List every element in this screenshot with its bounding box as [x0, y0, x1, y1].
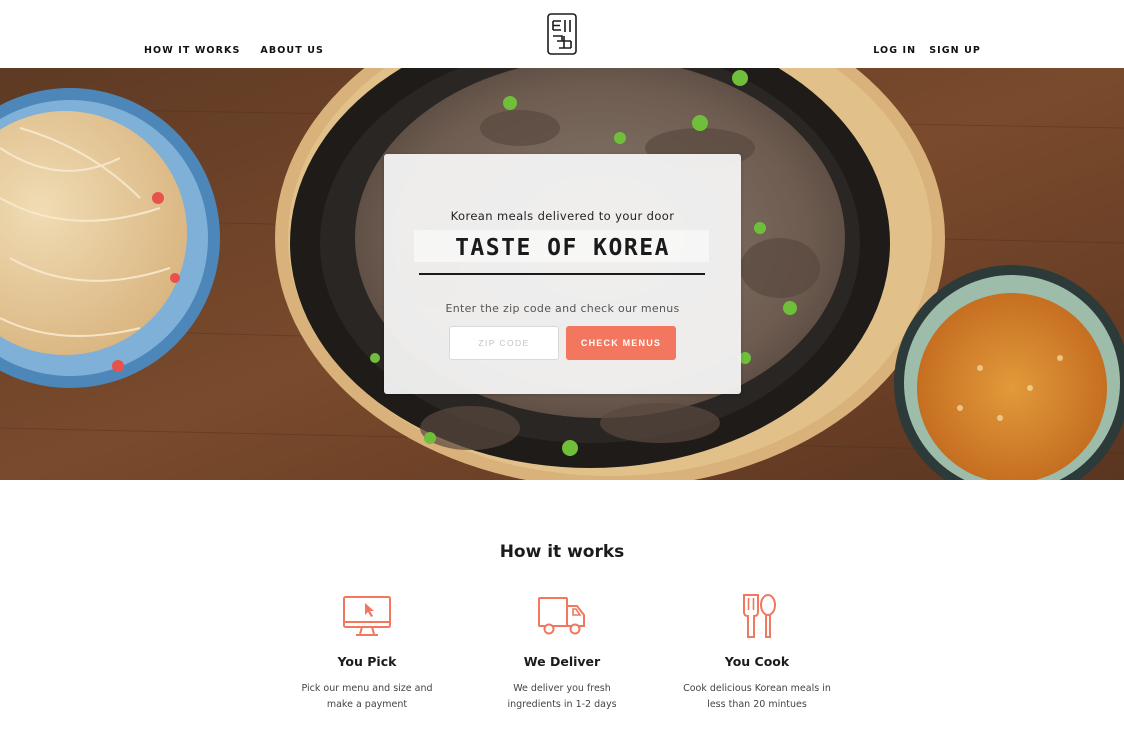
- zip-hint: Enter the zip code and check our menus: [445, 302, 680, 315]
- step-description: We deliver you fresh ingredients in 1-2 …: [507, 683, 617, 710]
- truck-icon: [538, 597, 585, 635]
- step-description: Pick our menu and size and make a paymen…: [301, 683, 433, 710]
- step-we-deliver: We Deliver We deliver you fresh ingredie…: [472, 592, 652, 713]
- step-title: You Pick: [337, 654, 397, 669]
- monitor-icon: [343, 596, 391, 636]
- brand-underline: [419, 273, 705, 275]
- nav-about-us[interactable]: ABOUT US: [260, 45, 324, 56]
- utensils-icon: [743, 594, 776, 638]
- primary-nav: HOW IT WORKS ABOUT US: [144, 45, 324, 56]
- step-title: We Deliver: [523, 654, 601, 669]
- how-it-works-title: How it works: [499, 542, 625, 562]
- nav-log-in[interactable]: LOG IN: [873, 45, 916, 56]
- step-description: Cook delicious Korean meals in less than…: [683, 683, 831, 710]
- logo-icon[interactable]: [547, 13, 577, 55]
- check-menus-button[interactable]: CHECK MENUS: [566, 326, 676, 360]
- brand-title: TASTE OF KOREA: [455, 235, 670, 261]
- zip-code-input[interactable]: [449, 326, 559, 360]
- step-you-pick: You Pick Pick our menu and size and make…: [277, 592, 457, 713]
- account-nav: LOG IN SIGN UP: [873, 45, 981, 56]
- step-title: You Cook: [724, 654, 790, 669]
- site-header: HOW IT WORKS ABOUT US LOG IN SIGN UP: [0, 0, 1124, 68]
- nav-how-it-works[interactable]: HOW IT WORKS: [144, 45, 240, 56]
- nav-sign-up[interactable]: SIGN UP: [929, 45, 981, 56]
- hero-tagline: Korean meals delivered to your door: [450, 209, 675, 223]
- hero-card: Korean meals delivered to your door TAST…: [384, 154, 741, 394]
- step-you-cook: You Cook Cook delicious Korean meals in …: [667, 592, 847, 713]
- hero-section: Korean meals delivered to your door TAST…: [0, 68, 1124, 480]
